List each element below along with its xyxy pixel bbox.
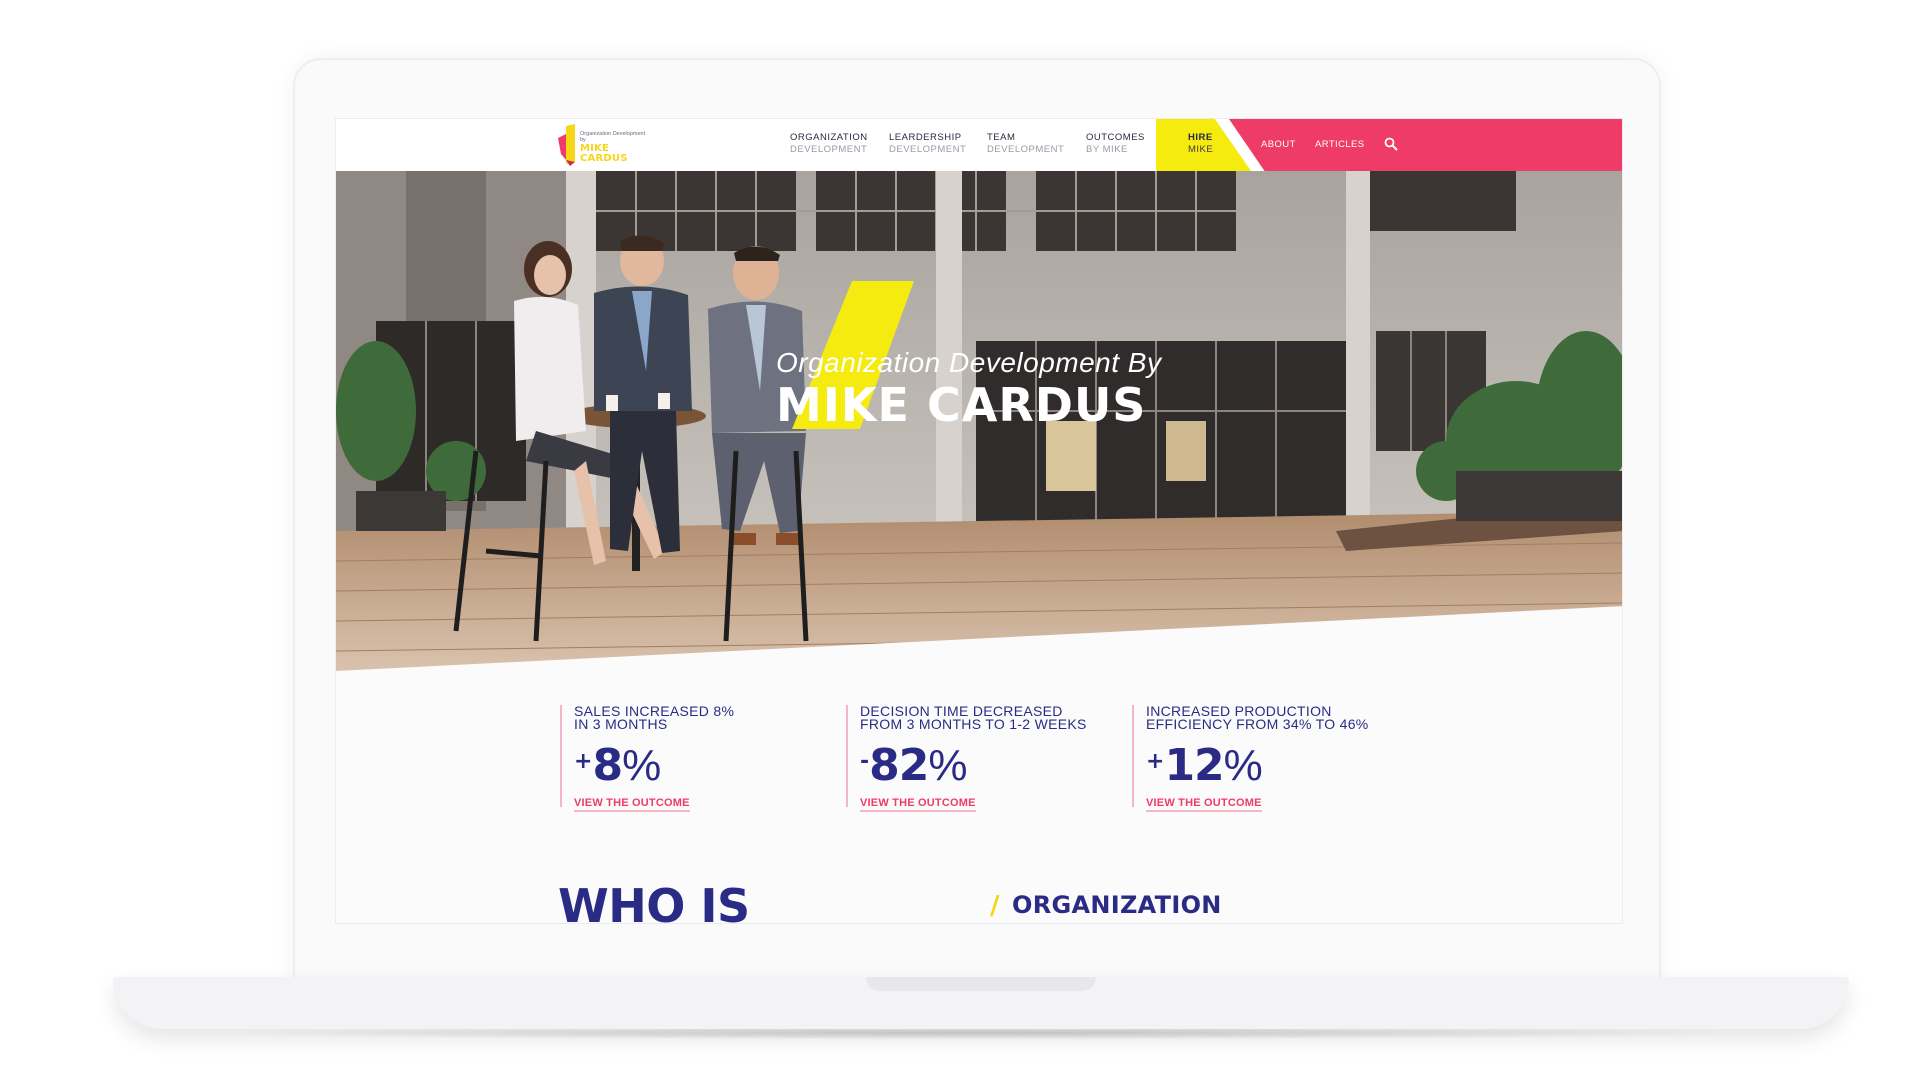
stat-label: INCREASED PRODUCTION EFFICIENCY FROM 34%… <box>1146 704 1386 732</box>
stat-sign: + <box>574 749 593 774</box>
nav-item-sublabel: BY MIKE <box>1086 144 1128 155</box>
stat-unit: % <box>1223 741 1263 790</box>
stat-number: 82 <box>869 740 929 791</box>
nav-item-label: LEARDERSHIP <box>889 132 962 143</box>
site-logo[interactable]: Organization Development by MIKE CARDUS <box>558 124 648 166</box>
hero-text: Organization Development By MIKE CARDUS <box>776 347 1161 429</box>
search-icon[interactable] <box>1384 137 1398 151</box>
stat-card-efficiency: INCREASED PRODUCTION EFFICIENCY FROM 34%… <box>1132 704 1368 812</box>
nav-item-label: ORGANIZATION <box>790 132 868 143</box>
hire-sublabel: MIKE <box>1188 144 1214 155</box>
nav-item-sublabel: DEVELOPMENT <box>987 144 1065 155</box>
stat-label-line2: IN 3 MONTHS <box>574 716 668 732</box>
view-outcome-link[interactable]: VIEW THE OUTCOME <box>574 797 690 812</box>
stat-label: DECISION TIME DECREASED FROM 3 MONTHS TO… <box>860 704 1100 732</box>
stat-number: 8 <box>592 740 623 791</box>
stat-label: SALES INCREASED 8% IN 3 MONTHS <box>574 704 814 732</box>
hire-mike-button[interactable]: HIRE MIKE <box>1188 132 1213 156</box>
hero-subtitle: Organization Development By <box>776 347 1162 378</box>
slash-accent: / <box>990 891 1000 921</box>
stat-value: +8% <box>574 743 790 789</box>
nav-about[interactable]: ABOUT <box>1261 139 1296 150</box>
stat-number: 12 <box>1164 740 1224 791</box>
stat-card-decision-time: DECISION TIME DECREASED FROM 3 MONTHS TO… <box>846 704 1086 812</box>
nav-team-development[interactable]: TEAM DEVELOPMENT <box>987 132 1064 156</box>
hero-banner: Organization Development By MIKE CARDUS <box>336 171 1622 671</box>
logo-name-line2: CARDUS <box>580 153 628 164</box>
nav-item-label: OUTCOMES <box>1086 132 1145 143</box>
website-screen: Organization Development by MIKE CARDUS … <box>335 118 1623 924</box>
stat-sign: - <box>860 749 870 774</box>
logo-tagline: Organization Development by <box>580 131 646 143</box>
stat-label-line2: FROM 3 MONTHS TO 1-2 WEEKS <box>860 716 1087 732</box>
stat-card-sales: SALES INCREASED 8% IN 3 MONTHS +8% VIEW … <box>560 704 790 812</box>
laptop-notch <box>866 977 1096 991</box>
nav-item-label: TEAM <box>987 132 1016 143</box>
nav-organization-development[interactable]: ORGANIZATION DEVELOPMENT <box>790 132 868 156</box>
nav-item-sublabel: DEVELOPMENT <box>790 144 868 155</box>
who-is-heading: WHO IS <box>558 879 750 924</box>
stat-value: -82% <box>860 743 1076 789</box>
view-outcome-link[interactable]: VIEW THE OUTCOME <box>860 797 976 812</box>
hero-title: MIKE CARDUS <box>776 378 1147 432</box>
stat-unit: % <box>928 741 968 790</box>
logo-mark-icon <box>558 124 575 166</box>
logo-name: MIKE CARDUS <box>580 144 628 164</box>
nav-leadership-development[interactable]: LEARDERSHIP DEVELOPMENT <box>889 132 966 156</box>
stat-unit: % <box>622 741 662 790</box>
view-outcome-link[interactable]: VIEW THE OUTCOME <box>1146 797 1262 812</box>
organization-heading: ORGANIZATION <box>1012 891 1222 919</box>
nav-item-sublabel: DEVELOPMENT <box>889 144 967 155</box>
stat-sign: + <box>1146 749 1165 774</box>
hire-label: HIRE <box>1188 132 1213 143</box>
stat-label-line2: EFFICIENCY FROM 34% TO 46% <box>1146 716 1369 732</box>
site-header: Organization Development by MIKE CARDUS … <box>336 119 1622 171</box>
stat-value: +12% <box>1146 743 1362 789</box>
laptop-base <box>113 977 1849 1029</box>
nav-outcomes[interactable]: OUTCOMES BY MIKE <box>1086 132 1145 156</box>
nav-articles[interactable]: ARTICLES <box>1315 139 1365 150</box>
